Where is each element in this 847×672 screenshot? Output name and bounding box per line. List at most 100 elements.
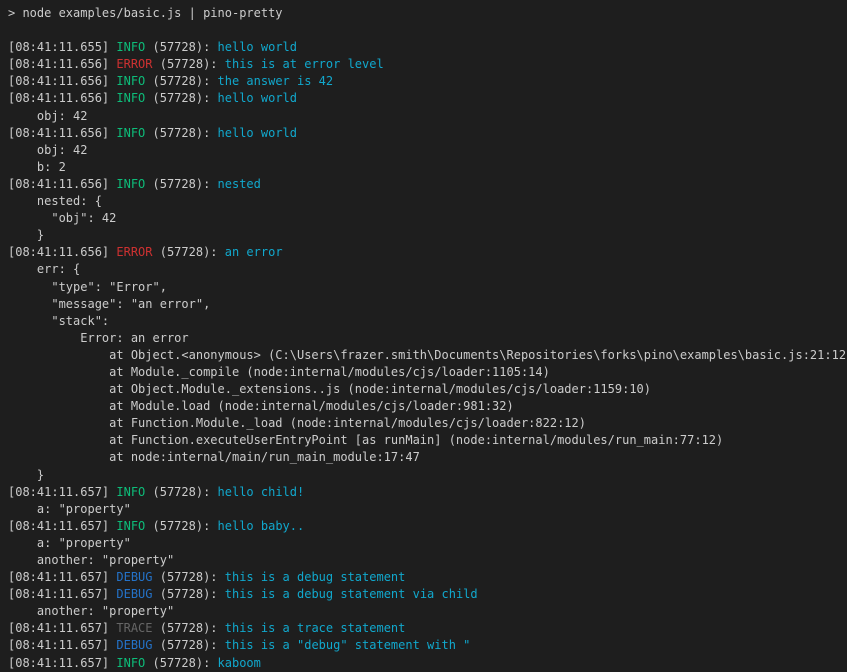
log-pid: (57728): bbox=[153, 587, 225, 601]
command-line: > node examples/basic.js | pino-pretty bbox=[8, 6, 283, 20]
log-pid: (57728): bbox=[153, 57, 225, 71]
log-level: INFO bbox=[116, 74, 145, 88]
log-property: } bbox=[8, 468, 44, 482]
terminal-line: nested: { bbox=[8, 193, 847, 210]
terminal-line: "obj": 42 bbox=[8, 210, 847, 227]
log-timestamp: [08:41:11.657] bbox=[8, 519, 116, 533]
log-message: hello baby.. bbox=[218, 519, 305, 533]
terminal-line: [08:41:11.655] INFO (57728): hello world bbox=[8, 39, 847, 56]
log-timestamp: [08:41:11.656] bbox=[8, 74, 116, 88]
terminal-line: [08:41:11.656] INFO (57728): hello world bbox=[8, 90, 847, 107]
log-message: an error bbox=[225, 245, 283, 259]
terminal-line: err: { bbox=[8, 261, 847, 278]
log-level: INFO bbox=[116, 91, 145, 105]
log-property: nested: { bbox=[8, 194, 102, 208]
terminal-line: "message": "an error", bbox=[8, 296, 847, 313]
log-timestamp: [08:41:11.656] bbox=[8, 245, 116, 259]
log-pid: (57728): bbox=[153, 570, 225, 584]
log-timestamp: [08:41:11.657] bbox=[8, 587, 116, 601]
log-level: DEBUG bbox=[116, 587, 152, 601]
log-level: ERROR bbox=[116, 57, 152, 71]
log-pid: (57728): bbox=[145, 519, 217, 533]
terminal-line: [08:41:11.656] INFO (57728): hello world bbox=[8, 125, 847, 142]
log-timestamp: [08:41:11.655] bbox=[8, 40, 116, 54]
log-message: hello world bbox=[218, 126, 297, 140]
log-property: obj: 42 bbox=[8, 143, 87, 157]
log-timestamp: [08:41:11.657] bbox=[8, 638, 116, 652]
terminal-line: obj: 42 bbox=[8, 142, 847, 159]
log-level: INFO bbox=[116, 40, 145, 54]
log-pid: (57728): bbox=[145, 485, 217, 499]
log-message: hello world bbox=[218, 91, 297, 105]
terminal-line: at Module._compile (node:internal/module… bbox=[8, 364, 847, 381]
log-level: INFO bbox=[116, 485, 145, 499]
terminal-line: at Object.Module._extensions..js (node:i… bbox=[8, 381, 847, 398]
log-pid: (57728): bbox=[145, 40, 217, 54]
terminal-line: a: "property" bbox=[8, 501, 847, 518]
log-level: ERROR bbox=[116, 245, 152, 259]
terminal-line: at Function.executeUserEntryPoint [as ru… bbox=[8, 432, 847, 449]
log-timestamp: [08:41:11.657] bbox=[8, 570, 116, 584]
terminal-output[interactable]: > node examples/basic.js | pino-pretty [… bbox=[0, 0, 847, 669]
log-level: INFO bbox=[116, 519, 145, 533]
stack-trace-line: at Object.Module._extensions..js (node:i… bbox=[8, 382, 651, 396]
terminal-line bbox=[8, 22, 847, 39]
log-timestamp: [08:41:11.657] bbox=[8, 485, 116, 499]
log-pid: (57728): bbox=[145, 74, 217, 88]
terminal-line: at Module.load (node:internal/modules/cj… bbox=[8, 398, 847, 415]
log-pid: (57728): bbox=[153, 638, 225, 652]
terminal-line: [08:41:11.657] TRACE (57728): this is a … bbox=[8, 620, 847, 637]
stack-trace-line: at Module._compile (node:internal/module… bbox=[8, 365, 550, 379]
stack-trace-line: at Module.load (node:internal/modules/cj… bbox=[8, 399, 514, 413]
log-level: INFO bbox=[116, 177, 145, 191]
terminal-line: [08:41:11.656] INFO (57728): the answer … bbox=[8, 73, 847, 90]
terminal-line: Error: an error bbox=[8, 330, 847, 347]
log-property: err: { bbox=[8, 262, 80, 276]
terminal-line: [08:41:11.657] DEBUG (57728): this is a … bbox=[8, 586, 847, 603]
log-message: the answer is 42 bbox=[218, 74, 334, 88]
terminal-line: a: "property" bbox=[8, 535, 847, 552]
terminal-line: at Object.<anonymous> (C:\Users\frazer.s… bbox=[8, 347, 847, 364]
terminal-line: [08:41:11.656] ERROR (57728): this is at… bbox=[8, 56, 847, 73]
terminal-line: } bbox=[8, 227, 847, 244]
log-property: b: 2 bbox=[8, 160, 66, 174]
terminal-line: [08:41:11.657] DEBUG (57728): this is a … bbox=[8, 569, 847, 586]
log-property: obj: 42 bbox=[8, 109, 87, 123]
log-property: "type": "Error", bbox=[8, 280, 167, 294]
terminal-line: b: 2 bbox=[8, 159, 847, 176]
stack-trace-line: at Function.Module._load (node:internal/… bbox=[8, 416, 586, 430]
terminal-line: "type": "Error", bbox=[8, 279, 847, 296]
log-pid: (57728): bbox=[153, 245, 225, 259]
log-level: DEBUG bbox=[116, 638, 152, 652]
terminal-line: another: "property" bbox=[8, 552, 847, 569]
terminal-line: [08:41:11.657] INFO (57728): kaboom bbox=[8, 655, 847, 672]
terminal-line: obj: 42 bbox=[8, 108, 847, 125]
log-property: "stack": bbox=[8, 314, 109, 328]
log-property: another: "property" bbox=[8, 604, 174, 618]
log-pid: (57728): bbox=[153, 621, 225, 635]
log-property: "message": "an error", bbox=[8, 297, 210, 311]
terminal-line: > node examples/basic.js | pino-pretty bbox=[8, 5, 847, 22]
terminal-line: another: "property" bbox=[8, 603, 847, 620]
stack-trace-line: Error: an error bbox=[8, 331, 189, 345]
log-property: another: "property" bbox=[8, 553, 174, 567]
log-message: hello child! bbox=[218, 485, 305, 499]
stack-trace-line: at Object.<anonymous> (C:\Users\frazer.s… bbox=[8, 348, 847, 362]
log-message: this is a trace statement bbox=[225, 621, 406, 635]
log-message: nested bbox=[218, 177, 261, 191]
terminal-line: [08:41:11.657] INFO (57728): hello child… bbox=[8, 484, 847, 501]
terminal-line: "stack": bbox=[8, 313, 847, 330]
terminal-line: [08:41:11.656] ERROR (57728): an error bbox=[8, 244, 847, 261]
log-timestamp: [08:41:11.657] bbox=[8, 656, 116, 670]
log-message: this is a debug statement bbox=[225, 570, 406, 584]
stack-trace-line: at node:internal/main/run_main_module:17… bbox=[8, 450, 420, 464]
log-level: INFO bbox=[116, 656, 145, 670]
log-timestamp: [08:41:11.656] bbox=[8, 126, 116, 140]
log-property: a: "property" bbox=[8, 536, 131, 550]
terminal-line: [08:41:11.657] DEBUG (57728): this is a … bbox=[8, 637, 847, 654]
log-timestamp: [08:41:11.657] bbox=[8, 621, 116, 635]
log-pid: (57728): bbox=[145, 126, 217, 140]
log-message: hello world bbox=[218, 40, 297, 54]
log-level: INFO bbox=[116, 126, 145, 140]
terminal-line: at node:internal/main/run_main_module:17… bbox=[8, 449, 847, 466]
